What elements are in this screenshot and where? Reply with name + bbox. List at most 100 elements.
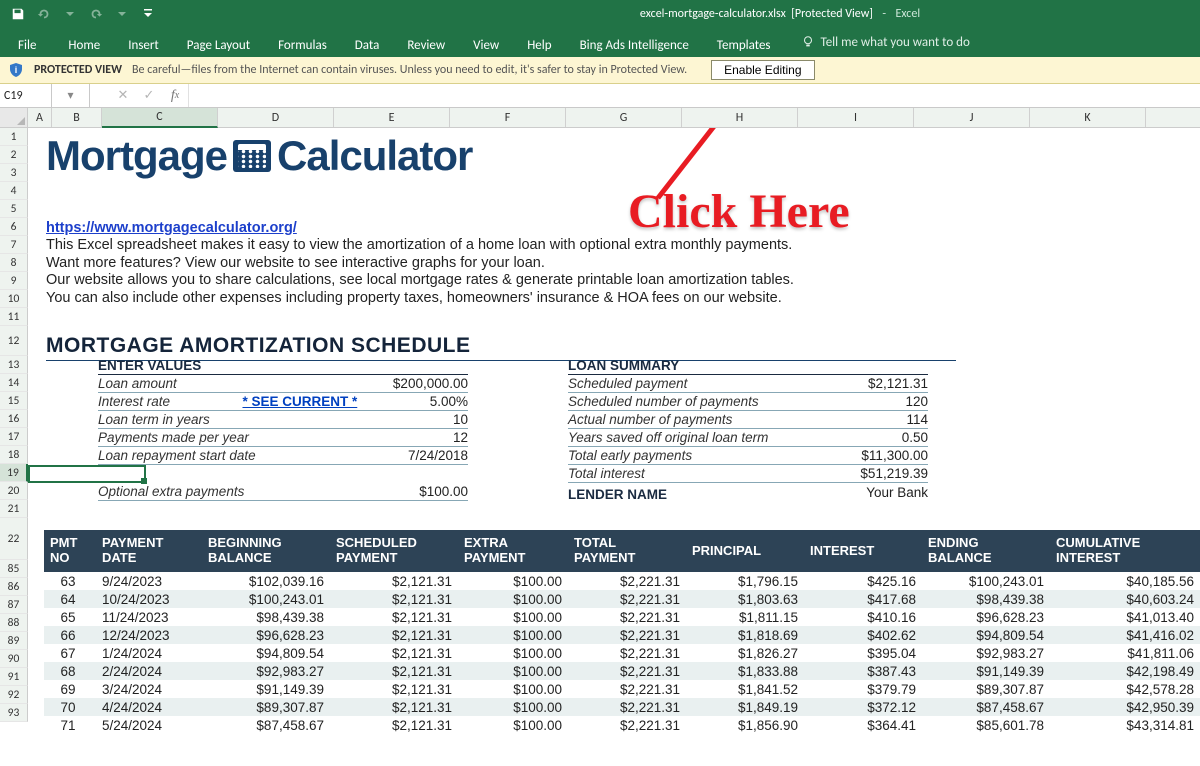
param-value[interactable]: 10	[453, 412, 468, 427]
cell-cum-interest: $40,185.56	[1050, 574, 1200, 589]
name-box-dropdown-icon[interactable]: ▾	[52, 84, 90, 107]
enable-editing-button[interactable]: Enable Editing	[711, 60, 814, 80]
website-link[interactable]: https://www.mortgagecalculator.org/	[46, 220, 297, 236]
row-header-3[interactable]: 3	[0, 164, 28, 182]
row-header-91[interactable]: 91	[0, 668, 28, 686]
row-header-87[interactable]: 87	[0, 596, 28, 614]
row-header-15[interactable]: 15	[0, 392, 28, 410]
tab-review[interactable]: Review	[393, 27, 459, 57]
col-header-B[interactable]: B	[52, 108, 102, 127]
row-header-88[interactable]: 88	[0, 614, 28, 632]
param-label: Loan repayment start date	[98, 448, 256, 463]
col-header-F[interactable]: F	[450, 108, 566, 127]
tab-file[interactable]: File	[10, 27, 54, 57]
col-header-tp[interactable]: TOTALPAYMENT	[568, 530, 686, 572]
extra-payments-value[interactable]: $100.00	[419, 484, 468, 499]
row-header-90[interactable]: 90	[0, 650, 28, 668]
param-value[interactable]: $200,000.00	[393, 376, 468, 391]
redo-icon[interactable]	[84, 3, 108, 25]
row-header-8[interactable]: 8	[0, 254, 28, 272]
see-current-link[interactable]: * SEE CURRENT *	[242, 394, 357, 409]
col-header-ci[interactable]: CUMULATIVEINTEREST	[1050, 530, 1200, 572]
param-value[interactable]: 7/24/2018	[408, 448, 468, 463]
col-header-H[interactable]: H	[682, 108, 798, 127]
row-header-6[interactable]: 6	[0, 218, 28, 236]
qat-customize-icon[interactable]	[136, 3, 160, 25]
worksheet[interactable]: Mortgage Calculator https://www.mortgage…	[28, 128, 1200, 734]
row-header-2[interactable]: 2	[0, 146, 28, 164]
tab-insert[interactable]: Insert	[114, 27, 173, 57]
row-header-86[interactable]: 86	[0, 578, 28, 596]
tab-formulas[interactable]: Formulas	[264, 27, 341, 57]
row-header-18[interactable]: 18	[0, 446, 28, 464]
tab-templates[interactable]: Templates	[703, 27, 785, 57]
row-header-93[interactable]: 93	[0, 704, 28, 722]
redo-drop-icon[interactable]	[110, 3, 134, 25]
formula-input[interactable]	[189, 84, 1200, 107]
shield-icon: i	[8, 62, 24, 78]
col-header-int[interactable]: INTEREST	[804, 530, 922, 572]
row-header-10[interactable]: 10	[0, 290, 28, 308]
row-header-14[interactable]: 14	[0, 374, 28, 392]
title-filename: excel-mortgage-calculator.xlsx	[640, 7, 786, 21]
col-header-bb[interactable]: BEGINNINGBALANCE	[202, 530, 330, 572]
cell-sched-payment: $2,121.31	[330, 574, 458, 589]
select-all-button[interactable]	[0, 108, 28, 127]
cell-pmt-no: 63	[44, 574, 92, 589]
col-header-I[interactable]: I	[798, 108, 914, 127]
cell-principal: $1,833.88	[686, 664, 804, 679]
param-value[interactable]: 5.00%	[430, 394, 468, 409]
row-header-11[interactable]: 11	[0, 308, 28, 326]
tell-me-search[interactable]: Tell me what you want to do	[785, 27, 970, 57]
tab-help[interactable]: Help	[513, 27, 565, 57]
row-header-17[interactable]: 17	[0, 428, 28, 446]
logo-text-2: Calculator	[277, 132, 472, 180]
col-header-A[interactable]: A	[28, 108, 52, 127]
col-header-date[interactable]: PAYMENTDATE	[92, 530, 202, 572]
tab-page-layout[interactable]: Page Layout	[173, 27, 264, 57]
row-header-9[interactable]: 9	[0, 272, 28, 290]
row-header-5[interactable]: 5	[0, 200, 28, 218]
undo-icon[interactable]	[32, 3, 56, 25]
cell-principal: $1,803.63	[686, 592, 804, 607]
row-header-21[interactable]: 21	[0, 500, 28, 518]
row-header-85[interactable]: 85	[0, 560, 28, 578]
row-header-89[interactable]: 89	[0, 632, 28, 650]
row-header-20[interactable]: 20	[0, 482, 28, 500]
col-header-pr[interactable]: PRINCIPAL	[686, 530, 804, 572]
enter-formula-icon[interactable]: ✓	[136, 84, 162, 107]
undo-drop-icon[interactable]	[58, 3, 82, 25]
col-header-J[interactable]: J	[914, 108, 1030, 127]
row-header-19[interactable]: 19	[0, 464, 28, 482]
col-header-eb[interactable]: ENDINGBALANCE	[922, 530, 1050, 572]
cell-date: 4/24/2024	[92, 700, 202, 715]
cell-cum-interest: $42,950.39	[1050, 700, 1200, 715]
col-header-ex[interactable]: EXTRAPAYMENT	[458, 530, 568, 572]
col-header-sp[interactable]: SCHEDULEDPAYMENT	[330, 530, 458, 572]
row-header-1[interactable]: 1	[0, 128, 28, 146]
save-icon[interactable]	[6, 3, 30, 25]
col-header-K[interactable]: K	[1030, 108, 1146, 127]
row-header-22[interactable]: 22	[0, 518, 28, 560]
row-header-12[interactable]: 12	[0, 326, 28, 356]
row-header-7[interactable]: 7	[0, 236, 28, 254]
tab-home[interactable]: Home	[54, 27, 114, 57]
cancel-formula-icon[interactable]: ✕	[110, 84, 136, 107]
fx-icon[interactable]: fx	[162, 84, 188, 107]
row-header-92[interactable]: 92	[0, 686, 28, 704]
row-header-16[interactable]: 16	[0, 410, 28, 428]
row-header-13[interactable]: 13	[0, 356, 28, 374]
col-header-G[interactable]: G	[566, 108, 682, 127]
tab-data[interactable]: Data	[341, 27, 394, 57]
col-header-E[interactable]: E	[334, 108, 450, 127]
param-value[interactable]: 12	[453, 430, 468, 445]
lender-name-value[interactable]: Your Bank	[866, 485, 928, 500]
col-header-D[interactable]: D	[218, 108, 334, 127]
col-header-C[interactable]: C	[102, 108, 218, 128]
row-header-4[interactable]: 4	[0, 182, 28, 200]
col-header-no[interactable]: PMTNO	[44, 530, 92, 572]
tab-view[interactable]: View	[459, 27, 513, 57]
tab-bing-ads[interactable]: Bing Ads Intelligence	[566, 27, 703, 57]
enter-value-row: Interest rate* SEE CURRENT *5.00%	[98, 393, 468, 411]
name-box[interactable]: C19	[0, 84, 52, 107]
